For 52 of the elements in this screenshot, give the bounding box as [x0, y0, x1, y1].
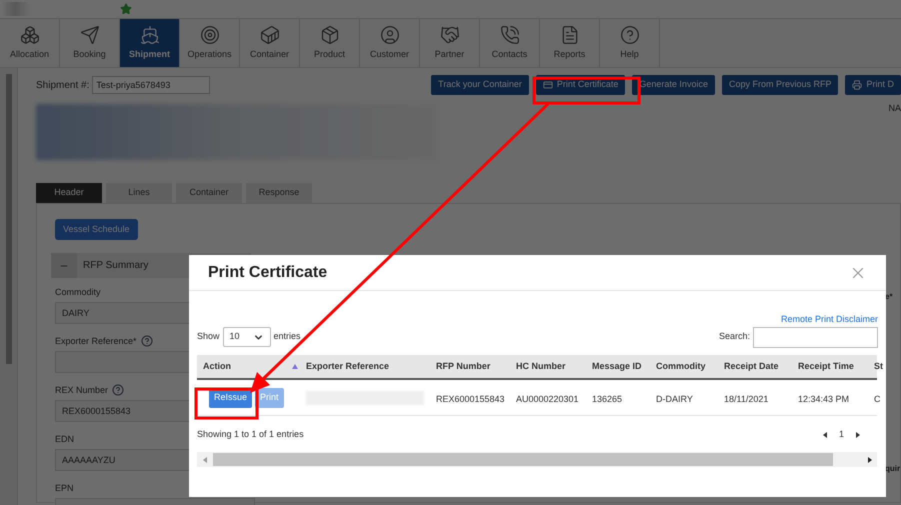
nav-tab[interactable]: Help — [600, 19, 660, 67]
detail-tab[interactable]: Container — [176, 183, 242, 203]
column-header[interactable]: Receipt Date — [718, 355, 792, 378]
field-label: NA — [888, 102, 901, 115]
nav-tab[interactable]: Shipment — [120, 19, 180, 67]
column-header[interactable]: Message ID — [586, 355, 650, 378]
column-header[interactable]: St — [868, 355, 898, 378]
table-cell: 12:34:43 PM — [798, 394, 850, 404]
nav-tab[interactable]: Customer — [360, 19, 420, 67]
table-cell: C — [874, 394, 880, 404]
table-info: Showing 1 to 1 of 1 entries — [197, 428, 304, 442]
table-cell: 18/11/2021 — [724, 394, 768, 404]
field-label: Exporter Reference* — [55, 334, 137, 348]
nav-tab[interactable]: Reports — [540, 19, 600, 67]
detail-tab[interactable]: Lines — [106, 183, 172, 203]
field-label: REX Number — [55, 384, 108, 396]
toolbar-button[interactable]: Print D — [845, 75, 901, 95]
page-number[interactable]: 1 — [838, 428, 844, 442]
table-cell: AU0000220301 — [516, 394, 579, 404]
toolbar-button[interactable]: Track your Container — [431, 75, 529, 95]
shipment-label: Shipment #: — [36, 78, 90, 92]
nav-tab[interactable]: Product — [300, 19, 360, 67]
section-title: RFP Summary — [83, 259, 148, 274]
field-label: EPN — [55, 482, 74, 494]
nav-tab[interactable]: Contacts — [480, 19, 540, 67]
page-length-select[interactable]: 10 — [222, 327, 271, 347]
nav-tab[interactable]: Partner — [420, 19, 480, 67]
nav-tab[interactable]: Allocation — [0, 19, 60, 67]
table-cell: REX6000155843 — [436, 394, 505, 404]
disclaimer-link[interactable]: Remote Print Disclaimer — [780, 313, 878, 325]
field-label: quir — [885, 463, 900, 476]
nav-tab[interactable]: Operations — [180, 19, 240, 67]
column-header[interactable]: Exporter Reference — [300, 355, 430, 378]
detail-tab[interactable]: Response — [246, 183, 312, 203]
column-header[interactable]: Commodity — [650, 355, 718, 378]
toolbar-button[interactable]: Copy From Previous RFP — [722, 75, 838, 95]
table-cell: 136265 — [592, 394, 622, 404]
toolbar-button[interactable]: Generate Invoice — [632, 75, 715, 95]
vessel-schedule-button[interactable]: Vessel Schedule — [55, 219, 138, 240]
column-header[interactable]: HC Number — [510, 355, 586, 378]
field-label: EDN — [55, 432, 74, 446]
column-header[interactable]: Action — [197, 355, 300, 378]
field-label: Commodity — [55, 286, 101, 299]
column-header[interactable]: Receipt Time — [792, 355, 868, 378]
nav-tab[interactable]: Container — [240, 19, 300, 67]
shipment-field[interactable]: Test-priya5678493 — [92, 76, 210, 94]
show-label: Show — [197, 330, 220, 344]
table-cell: D-DAIRY — [656, 394, 693, 404]
search-label: Search: — [718, 330, 750, 344]
column-header[interactable]: RFP Number — [430, 355, 510, 378]
entries-label: entries — [274, 330, 301, 344]
detail-tab[interactable]: Header — [36, 183, 102, 203]
